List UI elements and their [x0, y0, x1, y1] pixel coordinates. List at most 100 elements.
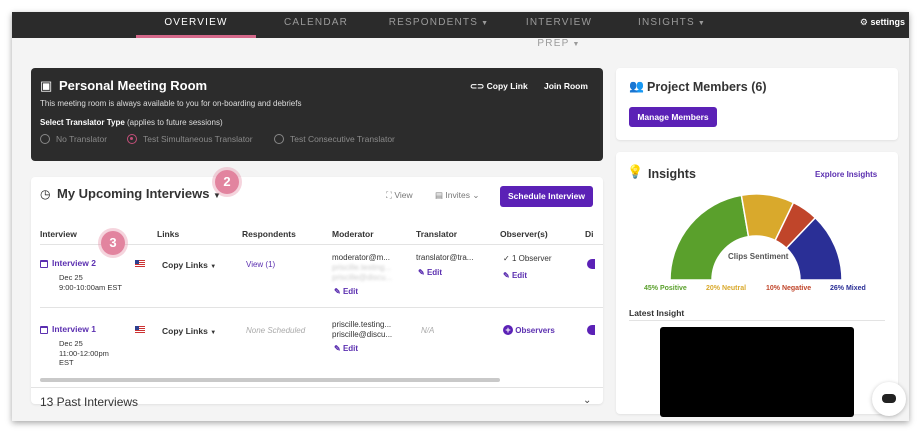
col-interview: Interview	[40, 229, 77, 239]
translator-edit-button[interactable]: ✎ Edit	[418, 268, 442, 277]
members-title: Project Members (6)	[647, 80, 767, 94]
check-icon: ✓	[503, 254, 510, 263]
tab-insights[interactable]: INSIGHTS ▼	[632, 12, 712, 38]
join-room-button[interactable]: Join Room	[544, 81, 588, 91]
us-flag-icon	[135, 260, 145, 267]
insights-card: 💡 Insights Explore Insights Clips Sentim…	[616, 152, 898, 417]
radio-simultaneous-translator[interactable]: Test Simultaneous Translator	[127, 134, 253, 144]
view-toggle[interactable]: ⛶ View	[386, 190, 413, 201]
radio-icon	[40, 134, 50, 144]
overflow-action-icon[interactable]	[587, 259, 595, 269]
radio-selected-icon	[127, 134, 137, 144]
step-badge-3: 3	[101, 231, 125, 255]
observers-edit-button[interactable]: ✎ Edit	[503, 271, 527, 280]
upcoming-title: My Upcoming Interviews ▼	[57, 186, 221, 201]
calendar-icon	[40, 259, 48, 268]
pencil-icon: ✎	[334, 344, 341, 353]
presentation-icon: ▣	[40, 78, 53, 93]
gauge-center-label: Clips Sentiment	[728, 252, 789, 261]
interview-2-link[interactable]: Interview 2	[40, 258, 96, 268]
tab-interview-prep[interactable]: INTERVIEW PREP ▼	[504, 12, 614, 49]
calendar-icon: ▤	[435, 190, 444, 200]
link-icon: ⊂⊃	[470, 81, 485, 91]
pencil-icon: ✎	[334, 287, 341, 296]
moderator-email: priscille.testing...	[332, 320, 392, 329]
copy-links-dropdown[interactable]: Copy Links ▼	[162, 260, 216, 270]
copy-links-dropdown[interactable]: Copy Links ▼	[162, 326, 216, 336]
moderator-edit-button[interactable]: ✎ Edit	[334, 287, 358, 296]
radio-no-translator[interactable]: No Translator	[40, 134, 107, 144]
col-observers: Observer(s)	[500, 229, 548, 239]
us-flag-icon	[135, 326, 145, 333]
moderator-edit-button[interactable]: ✎ Edit	[334, 344, 358, 353]
chevron-down-icon: ▼	[481, 20, 490, 27]
legend-neutral: 20% Neutral	[706, 285, 747, 292]
interview-1-link[interactable]: Interview 1	[40, 324, 96, 334]
insights-title: Insights	[648, 167, 696, 181]
latest-divider	[629, 320, 885, 321]
pencil-icon: ✎	[418, 268, 425, 277]
app-window: OVERVIEW CALENDAR RESPONDENTS ▼ INTERVIEW…	[12, 12, 909, 421]
top-navigation: OVERVIEW CALENDAR RESPONDENTS ▼ INTERVIEW…	[12, 12, 909, 49]
tab-overview[interactable]: OVERVIEW	[136, 12, 256, 38]
schedule-interview-button[interactable]: Schedule Interview	[500, 186, 593, 207]
expand-icon: ⛶	[386, 190, 392, 200]
interview-time: 9:00-10:00am EST	[59, 283, 122, 292]
radio-consecutive-translator[interactable]: Test Consecutive Translator	[274, 134, 395, 144]
tab-calendar[interactable]: CALENDAR	[266, 12, 366, 38]
pencil-icon: ✎	[503, 271, 510, 280]
gear-icon: ⚙	[859, 17, 868, 27]
col-translator: Translator	[416, 229, 458, 239]
tab-respondents[interactable]: RESPONDENTS ▼	[384, 12, 494, 38]
interview-timezone: EST	[59, 358, 74, 367]
project-members-card: 👥 Project Members (6) Manage Members	[616, 68, 898, 140]
gauge-segment-positive	[669, 194, 750, 280]
sentiment-gauge	[669, 193, 843, 280]
translator-na: N/A	[421, 326, 435, 335]
interview-date: Dec 25	[59, 339, 83, 348]
copy-link-button[interactable]: ⊂⊃ Copy Link	[470, 81, 528, 92]
row-divider	[40, 307, 603, 308]
observer-count: ✓ 1 Observer	[503, 254, 552, 263]
moderator-email: priscille@discu...	[332, 330, 393, 339]
col-links: Links	[157, 229, 180, 239]
chevron-down-icon[interactable]: ⌄	[583, 395, 591, 406]
chevron-down-icon: ⌄	[472, 190, 480, 200]
col-di: Di	[585, 229, 594, 239]
lightbulb-icon: 💡	[627, 164, 644, 179]
chevron-down-icon: ▼	[697, 20, 706, 27]
step-badge-2: 2	[215, 170, 239, 194]
moderator-email-blurred: priscille@discu...	[332, 273, 393, 282]
translator-select-label: Select Translator Type (applies to futur…	[40, 118, 223, 127]
view-respondents-link[interactable]: View (1)	[246, 260, 275, 269]
respondents-none: None Scheduled	[246, 326, 306, 335]
past-interviews-toggle[interactable]: 13 Past Interviews	[40, 395, 138, 409]
invites-dropdown[interactable]: ▤ Invites ⌄	[435, 190, 479, 201]
plus-icon: +	[503, 325, 513, 335]
users-icon: 👥	[629, 79, 644, 93]
manage-members-button[interactable]: Manage Members	[629, 107, 717, 127]
chevron-down-icon[interactable]: ▼	[213, 191, 221, 200]
upcoming-interviews-card: ◷ My Upcoming Interviews ▼ 2 ⛶ View ▤ In…	[31, 170, 603, 409]
chevron-down-icon: ▼	[210, 330, 217, 336]
interview-date: Dec 25	[59, 273, 83, 282]
moderator-email: moderator@m...	[332, 253, 390, 262]
room-description: This meeting room is always available to…	[40, 99, 302, 108]
legend-negative: 10% Negative	[766, 285, 812, 292]
clock-icon: ◷	[40, 187, 51, 201]
overflow-action-icon[interactable]	[587, 325, 595, 335]
radio-icon	[274, 134, 284, 144]
chevron-down-icon: ▼	[210, 264, 217, 270]
latest-insight-video[interactable]	[660, 327, 854, 417]
add-observers-button[interactable]: + Observers	[503, 325, 555, 335]
explore-insights-link[interactable]: Explore Insights	[815, 170, 877, 179]
chat-button[interactable]	[872, 382, 906, 416]
settings-link[interactable]: ⚙ settings	[860, 12, 905, 34]
calendar-icon	[40, 325, 48, 334]
horizontal-scrollbar[interactable]	[40, 378, 500, 382]
chevron-down-icon: ▼	[572, 41, 581, 48]
col-moderator: Moderator	[332, 229, 374, 239]
room-title: Personal Meeting Room	[59, 78, 208, 93]
legend-positive: 45% Positive	[644, 285, 687, 292]
col-respondents: Respondents	[242, 229, 296, 239]
